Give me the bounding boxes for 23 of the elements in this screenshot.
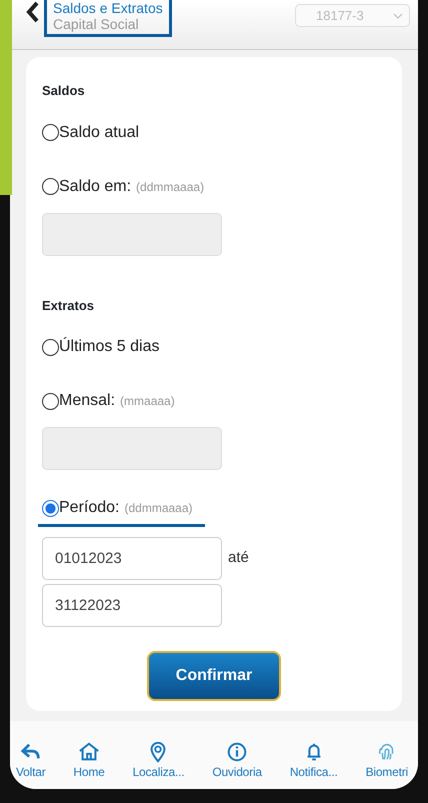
radio-option[interactable]: Saldo atual xyxy=(42,120,140,148)
info-icon xyxy=(226,741,248,763)
nav-item[interactable]: Home xyxy=(73,741,105,781)
date-to-field[interactable]: 31122023 xyxy=(42,584,222,627)
chevron-down-icon xyxy=(393,12,403,18)
confirm-button[interactable]: Confirmar xyxy=(147,651,281,701)
back-button[interactable] xyxy=(26,0,40,24)
nav-item[interactable]: Voltar xyxy=(16,741,46,781)
home-icon xyxy=(78,741,100,763)
radio-option[interactable]: Saldo em: (ddmmaaaa) xyxy=(42,174,204,202)
page-subtitle: Capital Social xyxy=(53,16,140,32)
radio-option[interactable]: Período: (ddmmaaaa) xyxy=(38,496,205,527)
section-heading: Extratos xyxy=(42,296,94,314)
nav-item[interactable]: Localiza... xyxy=(132,741,184,781)
radio-option[interactable]: Últimos 5 dias xyxy=(42,335,160,363)
page-title: Saldos e Extratos xyxy=(53,0,163,16)
section-heading: Saldos xyxy=(42,82,85,100)
radio-option[interactable]: Mensal: (mmaaaa) xyxy=(42,389,175,417)
nav-item[interactable]: Ouvidoria xyxy=(212,741,262,781)
separator-label: até xyxy=(228,548,249,568)
date-from-field[interactable]: 01012023 xyxy=(42,537,222,580)
nav-item[interactable]: Notifica... xyxy=(290,741,338,781)
nav-item[interactable]: Biometri xyxy=(366,741,408,781)
